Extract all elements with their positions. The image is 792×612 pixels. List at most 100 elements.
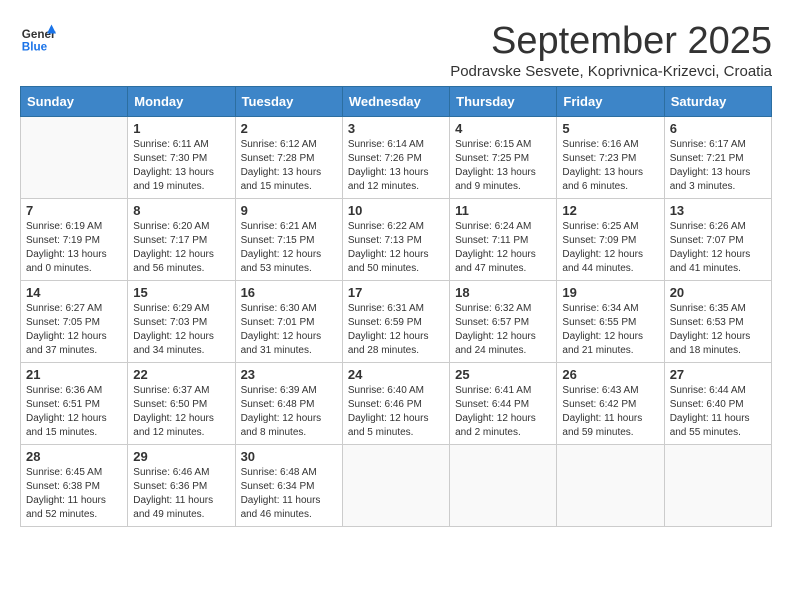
day-header-friday: Friday [557, 87, 664, 117]
calendar-cell: 25 Sunrise: 6:41 AMSunset: 6:44 PMDayligh… [450, 363, 557, 445]
day-info: Sunrise: 6:46 AMSunset: 6:36 PMDaylight:… [133, 466, 229, 522]
calendar-cell: 5 Sunrise: 6:16 AMSunset: 7:23 PMDaylight… [557, 117, 664, 199]
day-info: Sunrise: 6:24 AMSunset: 7:11 PMDaylight:… [455, 220, 551, 276]
calendar-cell: 3Sunrise: 6:14 AMSunset: 7:26 PMDaylight… [342, 117, 449, 199]
day-info: Sunrise: 6:26 AMSunset: 7:07 PMDaylight:… [670, 220, 766, 276]
day-number: 14 [26, 285, 122, 300]
day-info: Sunrise: 6:36 AMSunset: 6:51 PMDaylight:… [26, 384, 122, 440]
calendar-table: SundayMondayTuesdayWednesdayThursdayFrid… [20, 86, 772, 527]
day-number: 21 [26, 367, 122, 382]
day-number: 30 [241, 449, 337, 464]
day-info: Sunrise: 6:41 AMSunset: 6:44 PMDaylight:… [455, 384, 551, 440]
day-number: 13 [670, 203, 766, 218]
day-info: Sunrise: 6:12 AMSunset: 7:28 PMDaylight:… [241, 138, 337, 194]
calendar-week-3: 14 Sunrise: 6:27 AMSunset: 7:05 PMDayligh… [21, 281, 772, 363]
day-number: 5 [562, 121, 658, 136]
calendar-week-1: 1 Sunrise: 6:11 AMSunset: 7:30 PMDaylight… [21, 117, 772, 199]
day-info: Sunrise: 6:17 AMSunset: 7:21 PMDaylight:… [670, 138, 766, 194]
calendar-cell: 7Sunrise: 6:19 AMSunset: 7:19 PMDaylight… [21, 199, 128, 281]
day-number: 28 [26, 449, 122, 464]
location-title: Podravske Sesvete, Koprivnica-Krizevci, … [450, 63, 772, 80]
calendar-cell: 9 Sunrise: 6:21 AMSunset: 7:15 PMDaylight… [235, 199, 342, 281]
day-number: 1 [133, 121, 229, 136]
calendar-cell [342, 445, 449, 527]
calendar-cell: 20Sunrise: 6:35 AMSunset: 6:53 PMDayligh… [664, 281, 771, 363]
day-info: Sunrise: 6:39 AMSunset: 6:48 PMDaylight:… [241, 384, 337, 440]
day-info: Sunrise: 6:25 AMSunset: 7:09 PMDaylight:… [562, 220, 658, 276]
day-info: Sunrise: 6:34 AMSunset: 6:55 PMDaylight:… [562, 302, 658, 358]
calendar-cell: 11 Sunrise: 6:24 AMSunset: 7:11 PMDayligh… [450, 199, 557, 281]
day-info: Sunrise: 6:27 AMSunset: 7:05 PMDaylight:… [26, 302, 122, 358]
calendar-cell: 2 Sunrise: 6:12 AMSunset: 7:28 PMDaylight… [235, 117, 342, 199]
calendar-cell: 24 Sunrise: 6:40 AMSunset: 6:46 PMDayligh… [342, 363, 449, 445]
day-info: Sunrise: 6:29 AMSunset: 7:03 PMDaylight:… [133, 302, 229, 358]
calendar-cell: 29 Sunrise: 6:46 AMSunset: 6:36 PMDayligh… [128, 445, 235, 527]
calendar-cell: 16 Sunrise: 6:30 AMSunset: 7:01 PMDayligh… [235, 281, 342, 363]
day-number: 25 [455, 367, 551, 382]
calendar-week-5: 28Sunrise: 6:45 AMSunset: 6:38 PMDayligh… [21, 445, 772, 527]
calendar-week-4: 21 Sunrise: 6:36 AMSunset: 6:51 PMDayligh… [21, 363, 772, 445]
page-header: General Blue September 2025 Podravske Se… [20, 20, 772, 80]
logo-icon: General Blue [20, 20, 56, 56]
day-info: Sunrise: 6:31 AMSunset: 6:59 PMDaylight:… [348, 302, 444, 358]
day-info: Sunrise: 6:40 AMSunset: 6:46 PMDaylight:… [348, 384, 444, 440]
day-number: 8 [133, 203, 229, 218]
day-number: 2 [241, 121, 337, 136]
day-info: Sunrise: 6:21 AMSunset: 7:15 PMDaylight:… [241, 220, 337, 276]
day-info: Sunrise: 6:37 AMSunset: 6:50 PMDaylight:… [133, 384, 229, 440]
day-number: 19 [562, 285, 658, 300]
calendar-cell: 4Sunrise: 6:15 AMSunset: 7:25 PMDaylight… [450, 117, 557, 199]
day-info: Sunrise: 6:14 AMSunset: 7:26 PMDaylight:… [348, 138, 444, 194]
day-number: 11 [455, 203, 551, 218]
day-number: 18 [455, 285, 551, 300]
calendar-cell [664, 445, 771, 527]
calendar-cell: 23 Sunrise: 6:39 AMSunset: 6:48 PMDayligh… [235, 363, 342, 445]
day-number: 17 [348, 285, 444, 300]
day-info: Sunrise: 6:43 AMSunset: 6:42 PMDaylight:… [562, 384, 658, 440]
calendar-cell: 26 Sunrise: 6:43 AMSunset: 6:42 PMDayligh… [557, 363, 664, 445]
day-info: Sunrise: 6:19 AMSunset: 7:19 PMDaylight:… [26, 220, 122, 276]
day-info: Sunrise: 6:22 AMSunset: 7:13 PMDaylight:… [348, 220, 444, 276]
calendar-cell [557, 445, 664, 527]
logo: General Blue [20, 20, 56, 56]
day-info: Sunrise: 6:35 AMSunset: 6:53 PMDaylight:… [670, 302, 766, 358]
day-number: 10 [348, 203, 444, 218]
day-header-sunday: Sunday [21, 87, 128, 117]
calendar-cell: 10 Sunrise: 6:22 AMSunset: 7:13 PMDayligh… [342, 199, 449, 281]
day-number: 22 [133, 367, 229, 382]
calendar-cell: 17 Sunrise: 6:31 AMSunset: 6:59 PMDayligh… [342, 281, 449, 363]
calendar-cell: 18 Sunrise: 6:32 AMSunset: 6:57 PMDayligh… [450, 281, 557, 363]
calendar-cell: 14 Sunrise: 6:27 AMSunset: 7:05 PMDayligh… [21, 281, 128, 363]
day-number: 23 [241, 367, 337, 382]
day-number: 16 [241, 285, 337, 300]
day-number: 15 [133, 285, 229, 300]
svg-text:Blue: Blue [22, 41, 48, 54]
day-header-thursday: Thursday [450, 87, 557, 117]
day-number: 26 [562, 367, 658, 382]
day-number: 4 [455, 121, 551, 136]
day-header-saturday: Saturday [664, 87, 771, 117]
days-header-row: SundayMondayTuesdayWednesdayThursdayFrid… [21, 87, 772, 117]
calendar-cell: 30 Sunrise: 6:48 AMSunset: 6:34 PMDayligh… [235, 445, 342, 527]
calendar-cell: 28Sunrise: 6:45 AMSunset: 6:38 PMDayligh… [21, 445, 128, 527]
day-number: 27 [670, 367, 766, 382]
day-info: Sunrise: 6:11 AMSunset: 7:30 PMDaylight:… [133, 138, 229, 194]
calendar-cell: 15 Sunrise: 6:29 AMSunset: 7:03 PMDayligh… [128, 281, 235, 363]
day-header-tuesday: Tuesday [235, 87, 342, 117]
calendar-week-2: 7Sunrise: 6:19 AMSunset: 7:19 PMDaylight… [21, 199, 772, 281]
calendar-cell: 21 Sunrise: 6:36 AMSunset: 6:51 PMDayligh… [21, 363, 128, 445]
day-info: Sunrise: 6:44 AMSunset: 6:40 PMDaylight:… [670, 384, 766, 440]
day-number: 9 [241, 203, 337, 218]
day-number: 24 [348, 367, 444, 382]
calendar-cell: 27 Sunrise: 6:44 AMSunset: 6:40 PMDayligh… [664, 363, 771, 445]
day-info: Sunrise: 6:20 AMSunset: 7:17 PMDaylight:… [133, 220, 229, 276]
day-info: Sunrise: 6:32 AMSunset: 6:57 PMDaylight:… [455, 302, 551, 358]
day-header-monday: Monday [128, 87, 235, 117]
day-number: 29 [133, 449, 229, 464]
day-header-wednesday: Wednesday [342, 87, 449, 117]
day-info: Sunrise: 6:48 AMSunset: 6:34 PMDaylight:… [241, 466, 337, 522]
calendar-cell: 6Sunrise: 6:17 AMSunset: 7:21 PMDaylight… [664, 117, 771, 199]
day-number: 12 [562, 203, 658, 218]
day-info: Sunrise: 6:30 AMSunset: 7:01 PMDaylight:… [241, 302, 337, 358]
day-info: Sunrise: 6:16 AMSunset: 7:23 PMDaylight:… [562, 138, 658, 194]
